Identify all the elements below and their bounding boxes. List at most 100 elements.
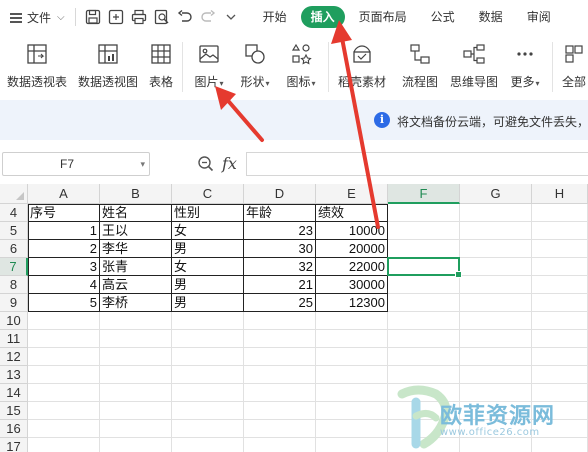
cell-c5[interactable]: 女	[172, 222, 244, 240]
cell-c10[interactable]	[172, 312, 244, 330]
cell-a15[interactable]	[28, 402, 100, 420]
row-header-16[interactable]: 16	[0, 420, 28, 438]
cell-e11[interactable]	[316, 330, 388, 348]
column-header-f[interactable]: F	[388, 184, 460, 204]
select-all-corner[interactable]	[0, 184, 28, 204]
cell-g10[interactable]	[460, 312, 532, 330]
column-header-h[interactable]: H	[532, 184, 588, 204]
material-button[interactable]: 稻壳素材	[336, 40, 388, 96]
cell-b13[interactable]	[100, 366, 172, 384]
pivot-table-button[interactable]: 数据透视表	[6, 40, 68, 96]
cell-f4[interactable]	[388, 204, 460, 222]
cell-h13[interactable]	[532, 366, 588, 384]
cell-e17[interactable]	[316, 438, 388, 452]
cell-h8[interactable]	[532, 276, 588, 294]
cell-d8[interactable]: 21	[244, 276, 316, 294]
cell-g9[interactable]	[460, 294, 532, 312]
row-header-14[interactable]: 14	[0, 384, 28, 402]
cell-d14[interactable]	[244, 384, 316, 402]
icon-button[interactable]: 图标▾	[282, 40, 320, 96]
cell-g11[interactable]	[460, 330, 532, 348]
cell-d10[interactable]	[244, 312, 316, 330]
cell-h6[interactable]	[532, 240, 588, 258]
cell-g12[interactable]	[460, 348, 532, 366]
row-header-15[interactable]: 15	[0, 402, 28, 420]
row-header-11[interactable]: 11	[0, 330, 28, 348]
flowchart-button[interactable]: 流程图	[400, 40, 440, 96]
cell-e15[interactable]	[316, 402, 388, 420]
cell-d7[interactable]: 32	[244, 258, 316, 276]
cell-g6[interactable]	[460, 240, 532, 258]
cell-b9[interactable]: 李桥	[100, 294, 172, 312]
mindmap-button[interactable]: 思维导图	[448, 40, 500, 96]
cell-b17[interactable]	[100, 438, 172, 452]
cell-a11[interactable]	[28, 330, 100, 348]
row-header-12[interactable]: 12	[0, 348, 28, 366]
cell-f9[interactable]	[388, 294, 460, 312]
all-button[interactable]: 全部	[560, 40, 588, 96]
cell-d13[interactable]	[244, 366, 316, 384]
cell-c7[interactable]: 女	[172, 258, 244, 276]
cell-d9[interactable]: 25	[244, 294, 316, 312]
cell-e5[interactable]: 10000	[316, 222, 388, 240]
zoom-icon[interactable]	[196, 154, 216, 174]
row-header-10[interactable]: 10	[0, 312, 28, 330]
cell-g5[interactable]	[460, 222, 532, 240]
cell-g7[interactable]	[460, 258, 532, 276]
cell-f5[interactable]	[388, 222, 460, 240]
cell-e9[interactable]: 12300	[316, 294, 388, 312]
column-header-e[interactable]: E	[316, 184, 388, 204]
cell-h4[interactable]	[532, 204, 588, 222]
cell-h11[interactable]	[532, 330, 588, 348]
cell-h7[interactable]	[532, 258, 588, 276]
cell-a5[interactable]: 1	[28, 222, 100, 240]
cell-a12[interactable]	[28, 348, 100, 366]
row-header-7[interactable]: 7	[0, 258, 28, 276]
cell-f11[interactable]	[388, 330, 460, 348]
cell-h10[interactable]	[532, 312, 588, 330]
cell-f10[interactable]	[388, 312, 460, 330]
cell-h12[interactable]	[532, 348, 588, 366]
cell-e6[interactable]: 20000	[316, 240, 388, 258]
export-icon[interactable]	[105, 6, 127, 28]
cell-b10[interactable]	[100, 312, 172, 330]
cell-e12[interactable]	[316, 348, 388, 366]
cell-e8[interactable]: 30000	[316, 276, 388, 294]
cell-f6[interactable]	[388, 240, 460, 258]
name-box[interactable]: F7 ▾	[2, 152, 150, 176]
cell-a9[interactable]: 5	[28, 294, 100, 312]
cell-a10[interactable]	[28, 312, 100, 330]
tab-insert[interactable]: 插入	[300, 6, 345, 28]
cell-h5[interactable]	[532, 222, 588, 240]
shape-button[interactable]: 形状▾	[236, 40, 274, 96]
cell-g8[interactable]	[460, 276, 532, 294]
row-header-6[interactable]: 6	[0, 240, 28, 258]
cell-d11[interactable]	[244, 330, 316, 348]
cell-b15[interactable]	[100, 402, 172, 420]
cell-d5[interactable]: 23	[244, 222, 316, 240]
cell-a8[interactable]: 4	[28, 276, 100, 294]
cell-e7[interactable]: 22000	[316, 258, 388, 276]
cell-e16[interactable]	[316, 420, 388, 438]
cell-b5[interactable]: 王以	[100, 222, 172, 240]
cell-c12[interactable]	[172, 348, 244, 366]
cell-b12[interactable]	[100, 348, 172, 366]
cell-c6[interactable]: 男	[172, 240, 244, 258]
tab-home[interactable]: 开始	[253, 6, 297, 28]
cell-a13[interactable]	[28, 366, 100, 384]
row-header-4[interactable]: 4	[0, 204, 28, 222]
formula-input[interactable]	[246, 152, 588, 176]
file-menu[interactable]: 文件 ⌵	[0, 0, 65, 34]
more-button[interactable]: 更多▾	[506, 40, 544, 96]
tab-formulas[interactable]: 公式	[421, 6, 465, 28]
cell-f12[interactable]	[388, 348, 460, 366]
cell-b6[interactable]: 李华	[100, 240, 172, 258]
cell-g4[interactable]	[460, 204, 532, 222]
cell-d16[interactable]	[244, 420, 316, 438]
print-icon[interactable]	[128, 6, 150, 28]
cell-a16[interactable]	[28, 420, 100, 438]
cell-c17[interactable]	[172, 438, 244, 452]
tab-page-layout[interactable]: 页面布局	[349, 6, 417, 28]
column-header-b[interactable]: B	[100, 184, 172, 204]
row-header-8[interactable]: 8	[0, 276, 28, 294]
